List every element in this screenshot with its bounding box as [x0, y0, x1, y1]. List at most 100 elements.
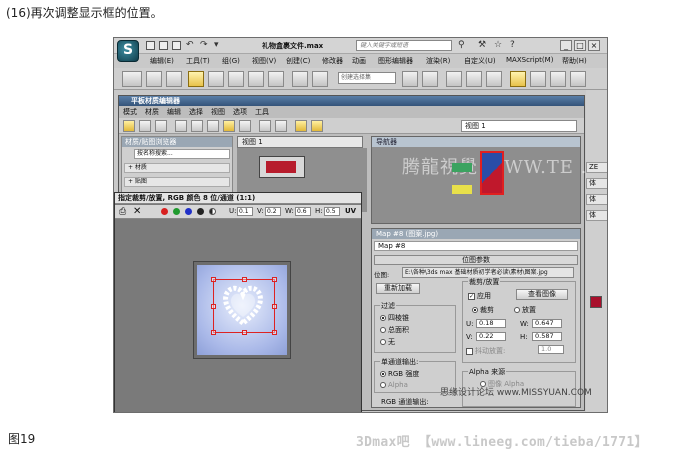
crop-v-input[interactable]: 0.2: [265, 207, 281, 216]
crop-h-input[interactable]: 0.5: [324, 207, 340, 216]
filter-none-radio[interactable]: 无: [380, 337, 395, 347]
object-color-swatch[interactable]: [590, 296, 602, 308]
crop-handle-l[interactable]: [211, 304, 216, 309]
jitter-checkbox[interactable]: 抖动放置:: [466, 346, 505, 356]
crop-w-input[interactable]: 0.6: [295, 207, 311, 216]
crop-canvas[interactable]: [193, 261, 291, 359]
red-channel-icon[interactable]: [161, 208, 168, 215]
undo-scene-button[interactable]: [122, 71, 142, 87]
menu-group[interactable]: 组(G): [222, 56, 240, 66]
move-button[interactable]: [228, 71, 244, 87]
undo-icon[interactable]: ↶: [186, 40, 194, 50]
crop-handle-tr[interactable]: [272, 277, 277, 282]
layer-manager-button[interactable]: [446, 71, 462, 87]
menu-tools[interactable]: 工具(T): [186, 56, 210, 66]
search-input[interactable]: 键入关键字或短语: [356, 40, 452, 51]
rotate-button[interactable]: [248, 71, 264, 87]
mono-channel-icon[interactable]: [209, 208, 216, 215]
menu-edit[interactable]: 编辑(E): [150, 56, 174, 66]
render-button[interactable]: [570, 71, 586, 87]
app-logo-icon[interactable]: S: [117, 40, 139, 62]
rendered-frame-button[interactable]: [550, 71, 566, 87]
command-row-4[interactable]: 体: [586, 210, 607, 221]
crop-radio[interactable]: 裁剪: [472, 305, 494, 315]
menu-create[interactable]: 创建(C): [286, 56, 310, 66]
slate-menu-utilities[interactable]: 工具: [255, 107, 269, 117]
curve-editor-button[interactable]: [466, 71, 482, 87]
blue-channel-icon[interactable]: [185, 208, 192, 215]
command-row-1[interactable]: ZE: [586, 162, 607, 173]
command-row-3[interactable]: 体: [586, 194, 607, 205]
slate-menu-select[interactable]: 选择: [189, 107, 203, 117]
filter-pyramidal-radio[interactable]: 四棱锥: [380, 313, 409, 323]
crop-u-input[interactable]: 0.1: [237, 207, 253, 216]
hide-unused-button[interactable]: [207, 120, 219, 132]
menu-customize[interactable]: 自定义(U): [464, 56, 496, 66]
close-icon[interactable]: ✕: [133, 206, 141, 217]
view-select[interactable]: 视图 1: [461, 120, 577, 132]
slate-menu-material[interactable]: 材质: [145, 107, 159, 117]
alpha-channel-icon[interactable]: [197, 208, 204, 215]
pick-material-button[interactable]: [139, 120, 151, 132]
delete-selected-button[interactable]: [175, 120, 187, 132]
bitmap-params-rollout[interactable]: 位图参数: [374, 255, 578, 265]
open-file-icon[interactable]: [159, 41, 168, 50]
redo-icon[interactable]: ↷: [200, 40, 208, 50]
minimize-button[interactable]: _: [560, 40, 572, 51]
print-icon[interactable]: ⎙: [119, 207, 126, 217]
h-spinner[interactable]: 0.587: [532, 332, 562, 341]
menu-views[interactable]: 视图(V): [252, 56, 276, 66]
u-spinner[interactable]: 0.18: [476, 319, 506, 328]
parameter-editor-button[interactable]: [311, 120, 323, 132]
crop-handle-tl[interactable]: [211, 277, 216, 282]
new-file-icon[interactable]: [146, 41, 155, 50]
align-button[interactable]: [422, 71, 438, 87]
browser-search-input[interactable]: 按名称搜索...: [134, 149, 230, 159]
select-object-button[interactable]: [188, 71, 204, 87]
map-name-field[interactable]: Map #8: [374, 241, 578, 251]
place-radio[interactable]: 放置: [514, 305, 536, 315]
slate-menu-view[interactable]: 视图: [211, 107, 225, 117]
browser-row-materials[interactable]: + 材质: [124, 163, 230, 173]
save-file-icon[interactable]: [172, 41, 181, 50]
green-channel-icon[interactable]: [173, 208, 180, 215]
crop-handle-bl[interactable]: [211, 330, 216, 335]
crop-region-frame[interactable]: [211, 277, 277, 335]
reload-button[interactable]: 重新加载: [376, 283, 420, 294]
select-tool-button[interactable]: [123, 120, 135, 132]
crop-handle-br[interactable]: [272, 330, 277, 335]
apply-checkbox[interactable]: ✓ 应用: [468, 291, 491, 301]
mono-alpha-radio[interactable]: Alpha: [380, 381, 408, 389]
material-map-navigator-button[interactable]: [295, 120, 307, 132]
select-by-name-button[interactable]: [208, 71, 224, 87]
binoculars-icon[interactable]: ⚲: [458, 40, 465, 50]
crop-handle-r[interactable]: [272, 304, 277, 309]
mirror-button[interactable]: [402, 71, 418, 87]
help-icon[interactable]: ?: [510, 40, 515, 50]
slate-menu-modes[interactable]: 模式: [123, 107, 137, 117]
edit-named-selection-button[interactable]: [312, 71, 328, 87]
move-children-button[interactable]: [191, 120, 203, 132]
crop-handle-b[interactable]: [242, 330, 247, 335]
filter-summed-area-radio[interactable]: 总面积: [380, 325, 409, 335]
wrench-icon[interactable]: ⚒: [478, 40, 486, 50]
snap-button[interactable]: [292, 71, 308, 87]
close-button[interactable]: ×: [588, 40, 600, 51]
maximize-button[interactable]: □: [574, 40, 586, 51]
view-image-button[interactable]: 查看图像: [516, 289, 568, 300]
show-background-button[interactable]: [239, 120, 251, 132]
jitter-spinner[interactable]: 1.0: [538, 345, 564, 354]
render-setup-button[interactable]: [530, 71, 546, 87]
browser-row-maps[interactable]: + 贴图: [124, 177, 230, 187]
bind-spacewarp-button[interactable]: [166, 71, 182, 87]
slate-menu-options[interactable]: 选项: [233, 107, 247, 117]
selection-set-select[interactable]: 创建选择集: [338, 72, 396, 84]
material-editor-button[interactable]: [510, 71, 526, 87]
menu-graph-editors[interactable]: 图形编辑器: [378, 56, 413, 66]
menu-maxscript[interactable]: MAXScript(M): [506, 56, 553, 64]
navigator-panel[interactable]: 导航器 腾龍視覺 WWW.TE .NET: [371, 136, 607, 224]
dropdown-icon[interactable]: ▾: [214, 40, 219, 50]
material-node[interactable]: [259, 156, 305, 178]
v-spinner[interactable]: 0.22: [476, 332, 506, 341]
menu-modifiers[interactable]: 修改器: [322, 56, 343, 66]
